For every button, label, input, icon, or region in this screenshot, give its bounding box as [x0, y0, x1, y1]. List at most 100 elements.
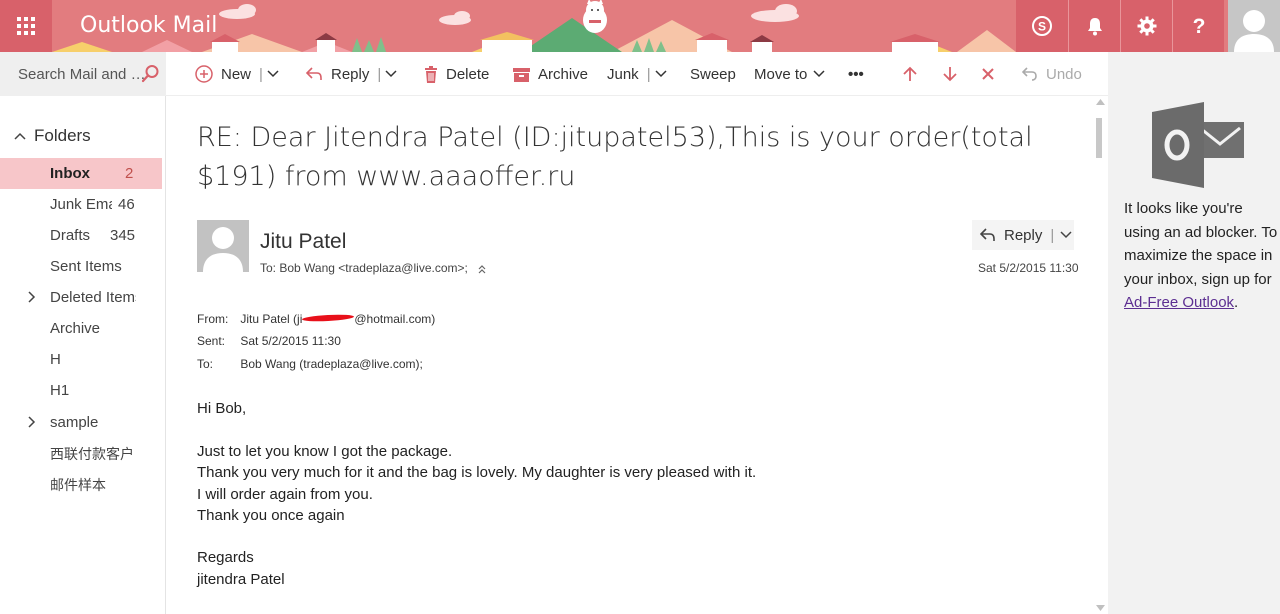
app-launcher-icon [17, 17, 35, 35]
folder-name: H [50, 351, 61, 368]
chevron-right-icon[interactable] [28, 291, 36, 303]
unread-count: 46 [118, 196, 135, 213]
folder-name: Sent Items [50, 258, 122, 275]
from-prefix: Jitu Patel (ji [240, 312, 303, 326]
command-bar: Search Mail and People New | Reply | [0, 52, 1108, 96]
archive-label: Archive [538, 65, 589, 83]
body-greeting: Hi Bob, [197, 400, 247, 417]
to-value: Bob Wang (tradeplaza@live.com); [240, 357, 423, 371]
chevron-right-icon[interactable] [28, 416, 36, 428]
body-signoff: Regards [197, 549, 254, 566]
user-avatar-icon [203, 227, 243, 272]
folders-header[interactable]: Folders [14, 126, 91, 146]
folder-sent-items[interactable]: Sent Items [0, 251, 162, 282]
body-signature: jitendra Patel [197, 571, 285, 588]
new-button[interactable]: New | [195, 52, 279, 96]
app-launcher-button[interactable] [0, 0, 52, 52]
junk-label: Junk [607, 65, 639, 83]
close-message-button[interactable] [981, 52, 995, 96]
chevron-down-icon[interactable] [1060, 231, 1072, 239]
scroll-down-icon[interactable] [1096, 605, 1105, 611]
folder-deleted-items[interactable]: Deleted Items [0, 282, 162, 313]
ad-message-suffix: . [1234, 294, 1239, 311]
quoted-from-line: From: Jitu Patel (ji @hotmail.com) [197, 312, 435, 326]
settings-button[interactable] [1120, 0, 1172, 52]
folder-name: 邮件样本 [50, 477, 106, 494]
folder-name: 西联付款客户 [50, 446, 134, 463]
help-icon: ? [1192, 15, 1205, 37]
junk-button[interactable]: Junk | [607, 52, 667, 96]
previous-message-button[interactable] [903, 52, 917, 96]
unread-count: 2 [125, 165, 134, 182]
chevron-down-icon[interactable] [655, 70, 667, 78]
sent-value: Sat 5/2/2015 11:30 [240, 334, 341, 348]
divider: | [1050, 226, 1055, 244]
ad-blocker-message: It looks like you're using an ad blocker… [1124, 197, 1278, 315]
folder-name: Deleted Items [50, 289, 136, 306]
reply-toolbar-button[interactable]: Reply | [305, 52, 397, 96]
undo-button[interactable]: Undo [1022, 52, 1082, 96]
bell-icon [1087, 18, 1102, 36]
recipient-text[interactable]: To: Bob Wang <tradeplaza@live.com>; [260, 261, 468, 275]
folders-label: Folders [34, 126, 91, 145]
sender-avatar [197, 220, 249, 272]
chevron-down-icon[interactable] [267, 70, 279, 78]
body-line: Thank you once again [197, 507, 345, 524]
folder-h[interactable]: H [0, 344, 162, 375]
folder-name: Junk Email [50, 196, 112, 213]
delete-button[interactable]: Delete [424, 52, 489, 96]
divider: | [259, 65, 263, 83]
plus-circle-icon [195, 65, 213, 83]
move-to-label: Move to [754, 65, 808, 83]
folder-inbox[interactable]: Inbox 2 [0, 158, 162, 189]
chevron-down-icon [813, 70, 825, 78]
body-line: Just to let you know I got the package. [197, 443, 453, 460]
notifications-button[interactable] [1068, 0, 1120, 52]
body-line: Thank you very much for it and the bag i… [197, 464, 757, 481]
folder-archive[interactable]: Archive [0, 313, 162, 344]
divider: | [377, 65, 382, 83]
scroll-up-icon[interactable] [1096, 99, 1105, 105]
search-input[interactable]: Search Mail and People [0, 52, 166, 96]
outlook-logo-icon [1152, 102, 1244, 188]
reply-label: Reply [331, 65, 370, 83]
chevron-up-icon [14, 132, 26, 140]
folder-email-samples[interactable]: 邮件样本 [0, 469, 162, 500]
next-message-button[interactable] [943, 52, 957, 96]
reply-button[interactable]: Reply | [972, 220, 1074, 250]
archive-button[interactable]: Archive [513, 52, 588, 96]
expand-recipients-icon[interactable] [477, 264, 487, 274]
folder-name: H1 [50, 382, 70, 399]
reading-pane: RE: Dear Jitendra Patel (ID:jitupatel53)… [166, 96, 1108, 614]
ad-free-outlook-link[interactable]: Ad-Free Outlook [1124, 294, 1234, 311]
svg-text:S: S [1038, 20, 1046, 34]
skype-button[interactable]: S [1016, 0, 1068, 52]
scrollbar-thumb[interactable] [1096, 118, 1102, 158]
to-key: To: [197, 357, 214, 371]
move-to-button[interactable]: Move to [754, 52, 825, 96]
folder-drafts[interactable]: Drafts 345 [0, 220, 162, 251]
close-icon [982, 68, 994, 80]
help-button[interactable]: ? [1172, 0, 1224, 52]
folder-name: Archive [50, 320, 101, 337]
folder-junk-email[interactable]: Junk Email 46 [0, 189, 162, 220]
folder-sample[interactable]: sample [0, 407, 162, 438]
delete-label: Delete [446, 65, 490, 83]
reading-pane-scrollbar[interactable] [1091, 96, 1108, 614]
account-avatar-button[interactable] [1228, 0, 1280, 52]
arrow-up-icon [903, 66, 917, 81]
folder-name: Inbox [50, 165, 90, 182]
quoted-sent-line: Sent: Sat 5/2/2015 11:30 [197, 334, 341, 348]
chevron-down-icon[interactable] [385, 70, 397, 78]
sweep-button[interactable]: Sweep [690, 52, 736, 96]
folder-name: sample [50, 414, 99, 431]
folder-western-union-customers[interactable]: 西联付款客户 [0, 438, 162, 469]
skype-icon: S [1032, 16, 1052, 36]
message-subject: RE: Dear Jitendra Patel (ID:jitupatel53)… [197, 122, 1033, 192]
sender-name[interactable]: Jitu Patel [260, 230, 346, 254]
folder-h1[interactable]: H1 [0, 375, 162, 406]
search-icon[interactable] [140, 64, 160, 84]
quoted-to-line: To: Bob Wang (tradeplaza@live.com); [197, 357, 423, 371]
trash-icon [425, 65, 437, 83]
more-actions-button[interactable]: ••• [848, 52, 864, 96]
